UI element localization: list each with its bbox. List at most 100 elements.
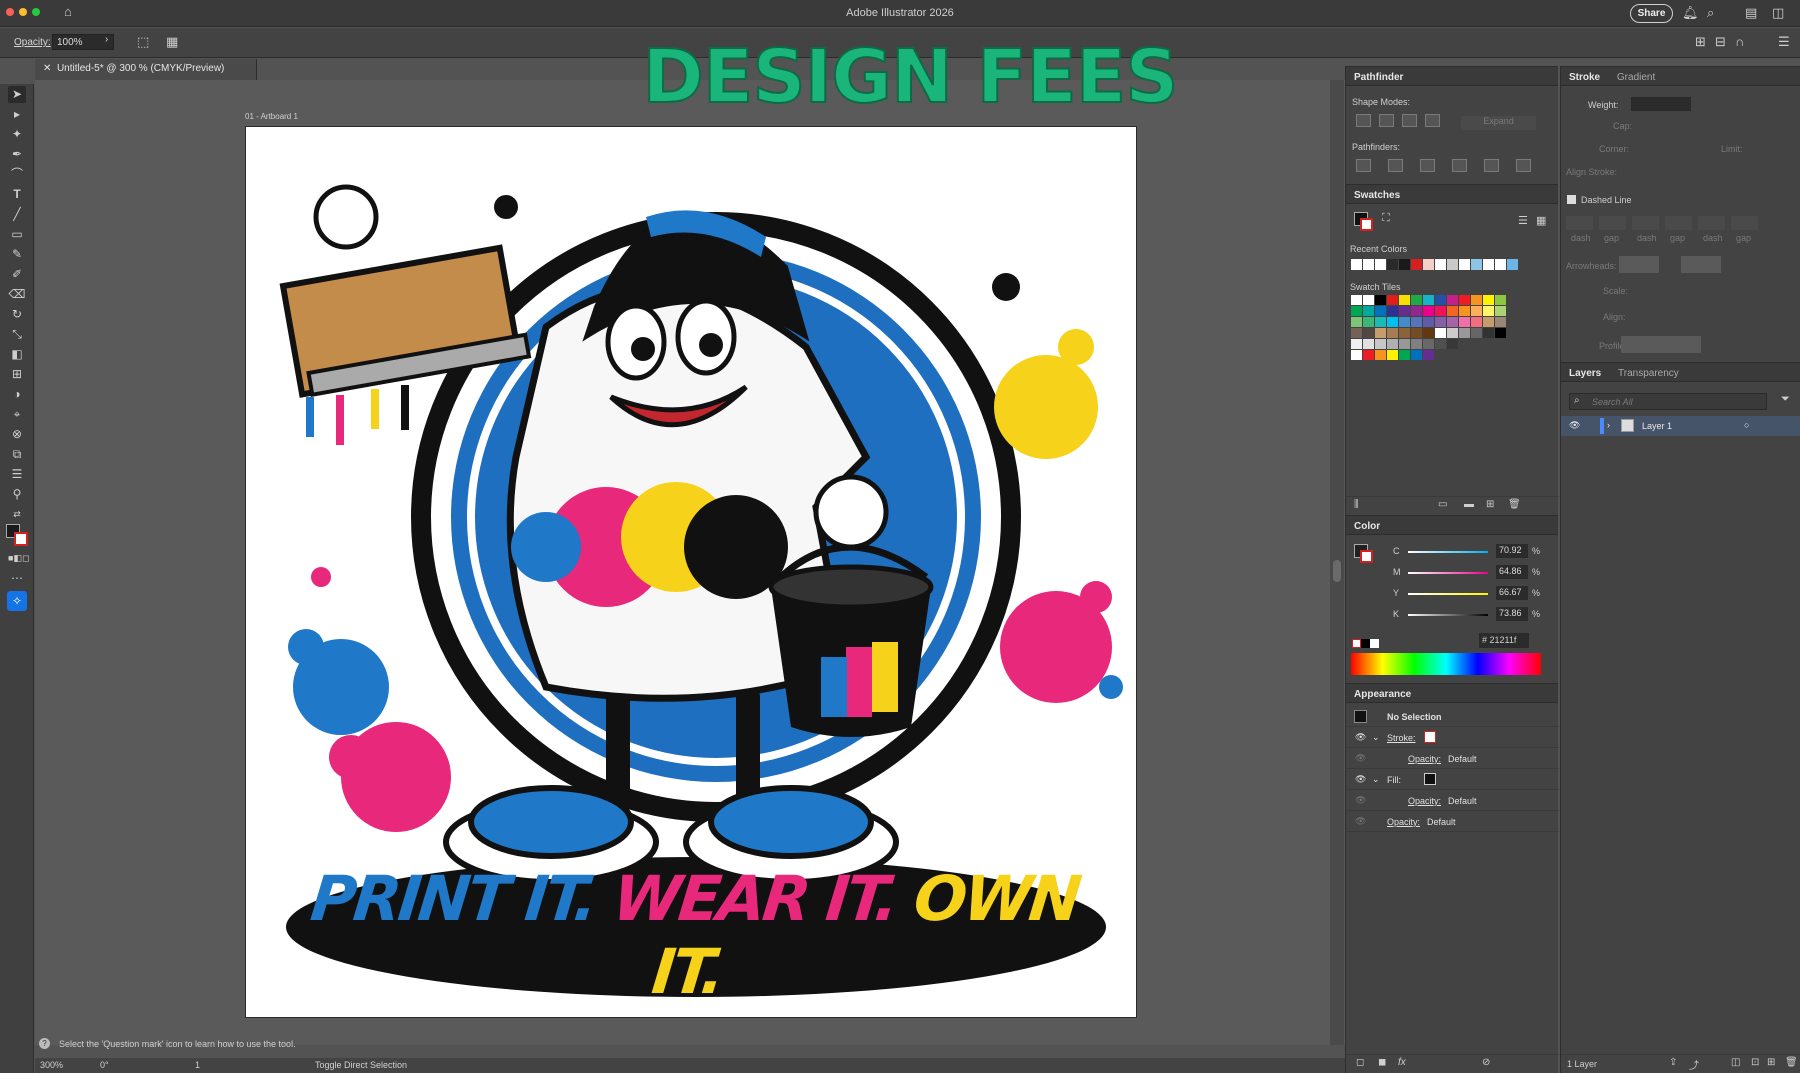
pathfinder-panel-title[interactable]: Pathfinder [1346,66,1558,86]
c-slider[interactable] [1408,551,1488,553]
tab-transparency[interactable]: Transparency [1618,368,1679,379]
eyedropper-tool-icon[interactable]: ⌖ [8,406,26,423]
swatch-tile[interactable] [1375,328,1386,338]
swatch-stroke-icon[interactable] [1360,218,1373,231]
swatch-tile[interactable] [1351,350,1362,360]
unite-icon[interactable] [1356,114,1371,127]
object-opacity-label[interactable]: Opacity: [1387,817,1420,827]
y-value[interactable]: 66.67 [1496,586,1528,600]
list-view-icon[interactable]: ☰ [1518,214,1528,227]
swatch-tile[interactable] [1387,306,1398,316]
swatch-tile[interactable] [1411,350,1422,360]
swatch-tile[interactable] [1447,328,1458,338]
exclude-icon[interactable] [1425,114,1440,127]
swatch-tile[interactable] [1423,306,1434,316]
swatch-tile[interactable] [1495,306,1506,316]
stroke-opacity-label[interactable]: Opacity: [1408,754,1441,764]
swatch-tile[interactable] [1423,339,1434,349]
swatch-tile[interactable] [1351,295,1362,305]
swatch-tile[interactable] [1495,328,1506,338]
pen-tool-icon[interactable]: ✒ [8,146,26,163]
fill-opacity-visibility-icon[interactable]: 👁︎ [1355,795,1366,806]
swatch-tile[interactable] [1387,328,1398,338]
trim-icon[interactable] [1388,159,1403,172]
hand-tool-icon[interactable]: ☰ [8,466,26,483]
chevron-right-icon[interactable]: › [105,34,108,45]
swatch-tile[interactable] [1471,328,1482,338]
swatch-tile[interactable] [1375,306,1386,316]
recent-color-swatch[interactable] [1447,259,1458,270]
swatch-tile[interactable] [1471,295,1482,305]
new-color-group-icon[interactable]: ▭ [1438,499,1447,510]
swatch-tile[interactable] [1435,306,1446,316]
arrange-icon[interactable]: ⊞ [1695,34,1706,50]
recent-color-swatch[interactable] [1507,259,1518,270]
swatch-tile[interactable] [1351,328,1362,338]
swatch-tile[interactable] [1483,295,1494,305]
recent-color-swatch[interactable] [1423,259,1434,270]
m-value[interactable]: 64.86 [1496,565,1528,579]
color-mode-icon[interactable]: ■◧◻ [8,550,29,567]
collect-export-icon[interactable]: ⤴ [1689,1057,1699,1072]
swatch-tile[interactable] [1483,306,1494,316]
recent-color-swatch[interactable] [1459,259,1470,270]
swatch-tile[interactable] [1387,295,1398,305]
swatch-tile[interactable] [1423,328,1434,338]
document-tab[interactable]: ✕ Untitled-5* @ 300 % (CMYK/Preview) [35,59,257,80]
swatch-tile[interactable] [1459,328,1470,338]
swatch-tile[interactable] [1399,339,1410,349]
swatch-tile[interactable] [1411,306,1422,316]
arrowhead-end-select[interactable] [1681,256,1721,273]
artboard-number[interactable]: 1 [195,1060,200,1070]
curvature-tool-icon[interactable]: ⌒ [8,166,26,183]
opacity-visibility-icon[interactable]: 👁︎ [1355,753,1366,764]
stroke-visibility-icon[interactable]: 👁︎ [1355,732,1366,743]
recent-color-swatch[interactable] [1387,259,1398,270]
artboard-tool-icon[interactable]: ⧉ [8,446,26,463]
m-slider[interactable] [1408,572,1488,574]
tab-layers[interactable]: Layers [1569,368,1601,379]
dash-gap-input[interactable] [1632,216,1659,230]
layers-search-field[interactable]: ⌕ Search All [1569,393,1767,410]
swatch-tile[interactable] [1495,317,1506,327]
swatch-tile[interactable] [1435,295,1446,305]
shape-builder-tool-icon[interactable]: ◑ [8,386,26,403]
stroke-color-icon[interactable] [14,532,28,546]
close-tab-icon[interactable]: ✕ [43,63,57,74]
fill-expand-icon[interactable]: ⌄ [1372,774,1380,785]
recent-color-swatch[interactable] [1351,259,1362,270]
stroke-expand-icon[interactable]: ⌄ [1372,732,1380,743]
shaper-tool-icon[interactable]: ✐ [8,266,26,283]
distribute-icon[interactable]: ⊟ [1715,34,1726,50]
stroke-label[interactable]: Stroke: [1387,733,1416,743]
fill-visibility-icon[interactable]: 👁︎ [1355,774,1366,785]
color-panel-title[interactable]: Color [1346,515,1558,535]
type-tool-icon[interactable]: T [8,186,26,203]
swatch-tile[interactable] [1447,339,1458,349]
more-tools-icon[interactable]: ⋯ [8,570,26,587]
vertical-scrollbar[interactable] [1330,80,1344,1045]
swatch-tile[interactable] [1399,306,1410,316]
swatch-tile[interactable] [1495,295,1506,305]
layer-visibility-icon[interactable]: 👁︎ [1569,420,1580,431]
hex-input[interactable]: # 21211f [1479,633,1529,648]
swatch-tile[interactable] [1459,306,1470,316]
clear-appearance-icon[interactable]: ⊘ [1482,1057,1490,1068]
object-opacity-visibility-icon[interactable]: 👁︎ [1355,816,1366,827]
tab-gradient[interactable]: Gradient [1617,72,1655,83]
recent-color-swatch[interactable] [1483,259,1494,270]
panel-options-icon[interactable]: ☰ [1778,34,1790,50]
gradient-tool-icon[interactable]: ◧ [8,346,26,363]
new-layer-icon[interactable]: ⊞ [1767,1057,1775,1068]
scroll-thumb[interactable] [1333,560,1341,582]
k-value[interactable]: 73.86 [1496,607,1528,621]
mesh-tool-icon[interactable]: ⊞ [8,366,26,383]
arrowhead-start-select[interactable] [1619,256,1659,273]
share-button[interactable]: Share [1630,4,1673,23]
recent-color-swatch[interactable] [1411,259,1422,270]
swatch-tile[interactable] [1483,317,1494,327]
fill-label[interactable]: Fill: [1387,775,1401,785]
delete-swatch-icon[interactable]: 🗑︎ [1508,499,1521,510]
swatch-tile[interactable] [1375,295,1386,305]
layer-name[interactable]: Layer 1 [1642,421,1672,431]
